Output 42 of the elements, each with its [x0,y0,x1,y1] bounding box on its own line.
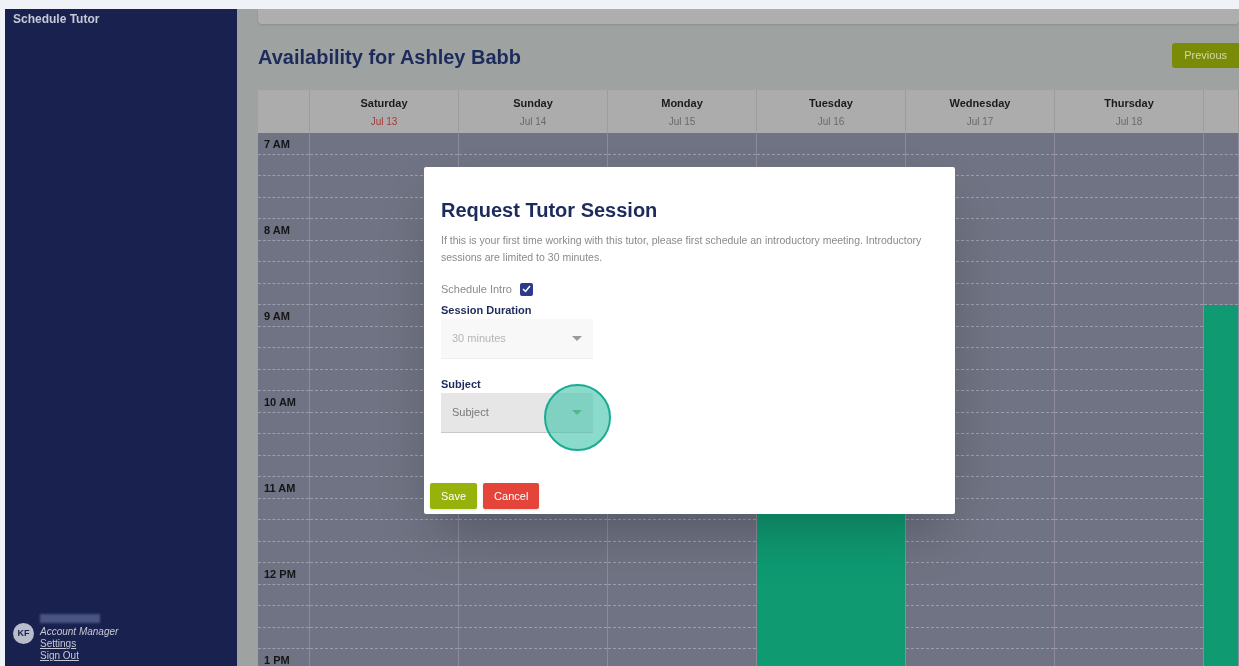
caret-icon [572,335,582,341]
hour-label: 7 AM [264,138,290,150]
dialog-title: Request Tutor Session [441,198,659,223]
day-name: Saturday [360,96,408,111]
select-field[interactable]: Subject [441,392,593,433]
dialog-message: If this is your first time working with this tutor, please first schedule an introductory meeting. Introductory sessions are limited to 30 minutes. [441,233,923,265]
day-date: Jul 15 [668,114,696,129]
page-title: Availability for Ashley Babb [258,45,522,70]
day-date: Jul 13 [370,114,398,129]
field-label: Session Duration [441,302,533,318]
account-link[interactable]: Settings [40,638,119,650]
day-name: Tuesday [809,96,853,111]
redacted-name [40,614,100,623]
previous-button[interactable]: Previous [1172,42,1239,68]
day-name: Sunday [513,96,553,111]
account-link[interactable]: Sign Out [40,650,119,662]
available-slot[interactable] [1204,305,1238,327]
field-label: Subject [441,376,482,392]
checkmark-icon [521,285,531,294]
hour-label: 12 PM [264,568,296,580]
hour-label: 11 AM [264,482,296,494]
sidebar-title: Schedule Tutor [13,11,101,28]
day-date: Jul 14 [519,114,547,129]
day-name: Thursday [1104,96,1154,111]
day-date: Jul 16 [817,114,845,129]
day-date: Jul 18 [1115,114,1143,129]
hour-label: 10 AM [264,396,296,408]
day-name: Wednesday [949,96,1011,111]
caret-icon [572,409,582,415]
cancel-button[interactable]: Cancel [483,483,540,509]
account-role: Account Manager [40,626,119,638]
checkbox[interactable] [519,282,533,296]
checkbox-label: Schedule Intro [441,282,512,297]
save-button[interactable]: Save [430,483,478,509]
hour-label: 8 AM [264,224,290,236]
available-slot[interactable] [1204,649,1238,666]
avatar: KF [13,623,34,644]
available-slot[interactable] [757,649,905,666]
day-date: Jul 17 [966,114,994,129]
day-name: Monday [661,96,703,111]
hour-label: 1 PM [264,654,290,666]
hour-label: 9 AM [264,310,290,322]
